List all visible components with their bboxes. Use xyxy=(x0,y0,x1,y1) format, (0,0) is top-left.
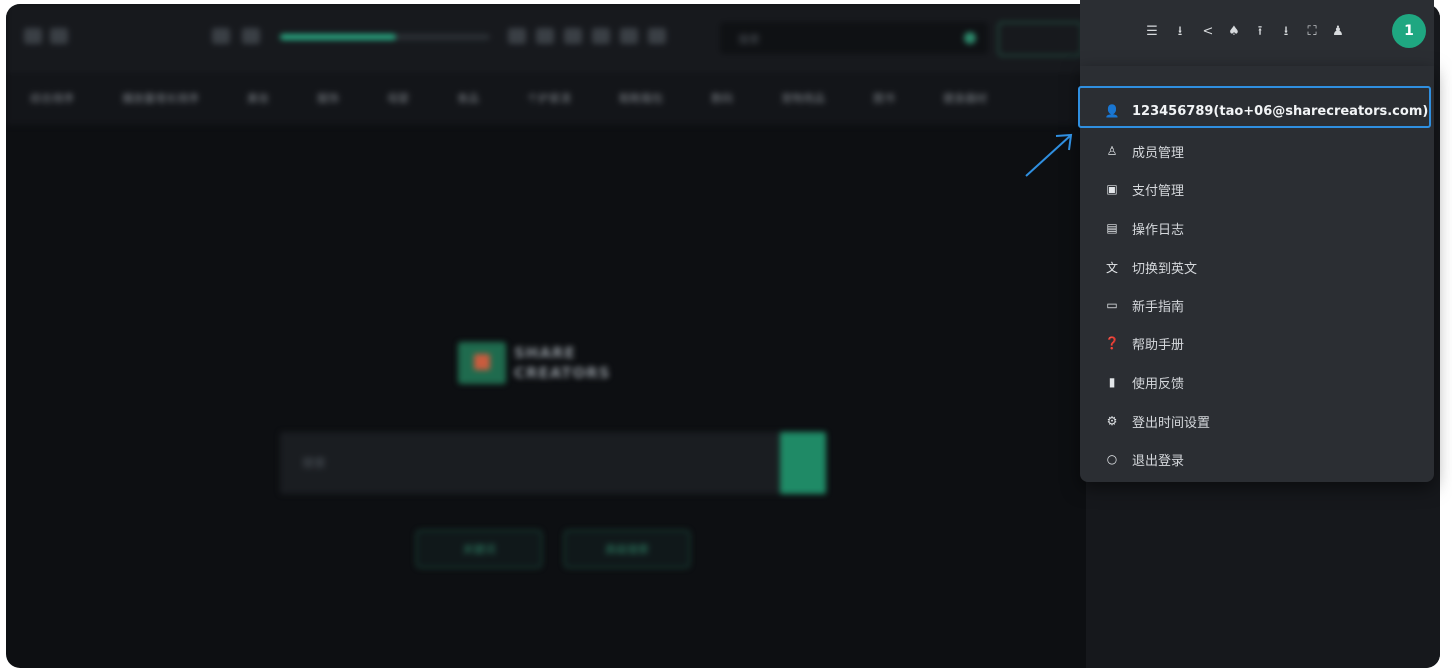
table-icon[interactable] xyxy=(536,28,554,44)
category-tabs: 综合排序 播放量增长排序 美妆 服饰 母婴 食品 个护家清 鞋靴箱包 数码 宠物… xyxy=(6,71,1086,125)
menu-item-label: 操作日志 xyxy=(1132,222,1185,238)
menu-item-label: 成员管理 xyxy=(1132,145,1185,161)
tab[interactable]: 播放量增长排序 xyxy=(98,90,223,106)
list-icon[interactable]: ☰ xyxy=(1144,22,1160,42)
tab[interactable]: 健身器材 xyxy=(919,90,1011,106)
menu-item-logout[interactable]: ○ 退出登录 xyxy=(1080,440,1434,478)
fullscreen-icon[interactable]: ⛶ xyxy=(1304,22,1320,42)
share-icon[interactable]: < xyxy=(1200,22,1216,42)
tab[interactable]: 个护家清 xyxy=(503,90,595,106)
logo-text-line1: SHARE xyxy=(514,344,576,362)
main-search-input[interactable]: 搜索 xyxy=(280,432,786,494)
menu-item-log[interactable]: ▤ 操作日志 xyxy=(1080,209,1434,247)
log-icon: ▤ xyxy=(1106,221,1118,235)
menu-item-label: 登出时间设置 xyxy=(1132,415,1211,431)
user-switch-icon[interactable]: ♟ xyxy=(1330,22,1346,42)
funnel-icon[interactable] xyxy=(592,28,610,44)
download-icon[interactable]: ⭳ xyxy=(1172,22,1188,42)
search-icon xyxy=(964,32,976,44)
top-action-button[interactable] xyxy=(998,22,1082,56)
bell-icon[interactable]: ♠ xyxy=(1226,22,1242,42)
filter-icon[interactable] xyxy=(564,28,582,44)
logo-mark-icon xyxy=(458,342,506,384)
menu-item-label: 支付管理 xyxy=(1132,183,1185,199)
tab[interactable]: 服饰 xyxy=(293,90,363,106)
text-icon[interactable] xyxy=(242,28,260,44)
members-icon: ♙ xyxy=(1106,144,1118,158)
top-search-input[interactable]: 搜索 xyxy=(720,22,988,54)
progress-fill xyxy=(280,34,396,40)
menu-item-logout-time[interactable]: ⚙ 登出时间设置 xyxy=(1080,402,1434,440)
top-toolbar: 搜索 xyxy=(6,4,1086,71)
progress-track[interactable] xyxy=(280,34,490,40)
menu-item-help[interactable]: ❓ 帮助手册 xyxy=(1080,324,1434,362)
menu-icon[interactable] xyxy=(24,28,42,44)
menu-item-guide[interactable]: ▭ 新手指南 xyxy=(1080,286,1434,324)
menu-item-label: 帮助手册 xyxy=(1132,337,1185,353)
menu-item-feedback[interactable]: ▮ 使用反馈 xyxy=(1080,363,1434,401)
menu-item-payment[interactable]: ▣ 支付管理 xyxy=(1080,170,1434,208)
clock-settings-icon: ⚙ xyxy=(1106,414,1118,428)
tab[interactable]: 图书 xyxy=(849,90,919,106)
help-icon: ❓ xyxy=(1104,336,1120,350)
layout-icon[interactable] xyxy=(648,28,666,44)
avatar[interactable]: 1 xyxy=(1392,14,1426,48)
tab[interactable]: 综合排序 xyxy=(6,90,98,106)
translate-icon: 文 xyxy=(1105,260,1118,275)
tab[interactable]: 食品 xyxy=(433,90,503,106)
menu-item-label: 切换到英文 xyxy=(1132,261,1198,277)
menu-item-language[interactable]: 文 切换到英文 xyxy=(1080,248,1434,286)
tab[interactable]: 数码 xyxy=(687,90,757,106)
export-icon[interactable]: ⭳ xyxy=(1278,22,1294,42)
logo-text-line2: CREATORS xyxy=(514,364,611,382)
edit-icon[interactable] xyxy=(620,28,638,44)
advanced-search-button[interactable]: 高级搜索 xyxy=(564,530,690,568)
grid-icon[interactable] xyxy=(212,28,230,44)
feedback-icon: ▮ xyxy=(1108,375,1116,389)
chart-icon[interactable] xyxy=(508,28,526,44)
tab[interactable]: 母婴 xyxy=(363,90,433,106)
tab[interactable]: 宠物用品 xyxy=(757,90,849,106)
wallet-icon: ▣ xyxy=(1106,182,1118,196)
user-dropdown-menu: 👤 123456789(tao+06@sharecreators.com) ♙ … xyxy=(1080,66,1434,482)
menu-item-label: 退出登录 xyxy=(1132,453,1185,469)
keyword-button[interactable]: 关键词 xyxy=(416,530,542,568)
annotation-arrow-icon xyxy=(1025,133,1073,177)
upload-icon[interactable]: ⭱ xyxy=(1252,22,1268,42)
annotation-highlight-box xyxy=(1078,86,1431,128)
tab[interactable]: 美妆 xyxy=(223,90,293,106)
menu-item-label: 新手指南 xyxy=(1132,299,1185,315)
menu-item-members[interactable]: ♙ 成员管理 xyxy=(1080,132,1434,170)
logout-icon: ○ xyxy=(1106,452,1118,466)
menu-item-label: 使用反馈 xyxy=(1132,376,1185,392)
back-icon[interactable] xyxy=(50,28,68,44)
tab[interactable]: 鞋靴箱包 xyxy=(595,90,687,106)
search-button[interactable] xyxy=(780,432,826,494)
guide-icon: ▭ xyxy=(1106,298,1118,312)
